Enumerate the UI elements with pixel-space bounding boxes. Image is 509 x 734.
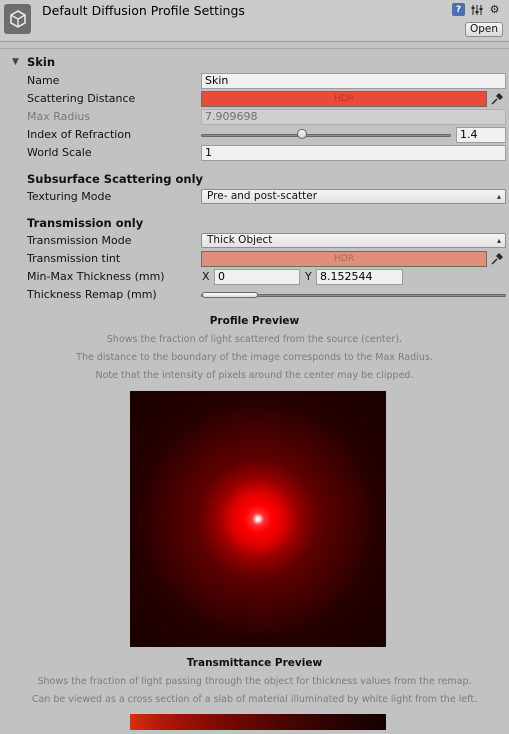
minmax-thickness-row: Min-Max Thickness (mm) X 0 Y 8.152544 (27, 269, 506, 285)
transmittance-preview-line2: Can be viewed as a cross section of a sl… (31, 694, 478, 705)
transmission-tint-label: Transmission tint (27, 252, 121, 265)
foldout-arrow-icon: ▼ (12, 56, 19, 67)
transmission-tint-row: Transmission tint HDR (27, 251, 506, 267)
scattering-distance-label: Scattering Distance (27, 92, 136, 105)
transmission-mode-dropdown[interactable]: Thick Object ▴ (201, 233, 506, 248)
texturing-mode-label: Texturing Mode (27, 190, 112, 203)
section-foldout-skin[interactable]: ▼ Skin (12, 55, 55, 69)
max-thickness-input[interactable]: 8.152544 (316, 269, 403, 285)
sss-heading: Subsurface Scattering only (27, 172, 204, 186)
profile-preview-title: Profile Preview (209, 315, 300, 327)
gear-icon[interactable]: ⚙ (488, 3, 501, 16)
min-thickness-input[interactable]: 0 (214, 269, 300, 285)
profile-preview-image (130, 391, 386, 647)
transmission-mode-label: Transmission Mode (27, 234, 132, 247)
help-book-icon[interactable]: ? (452, 3, 465, 16)
transmission-mode-row: Transmission Mode Thick Object ▴ (27, 233, 506, 249)
max-radius-label: Max Radius (27, 110, 91, 123)
x-label: X (202, 270, 210, 283)
thickness-remap-row: Thickness Remap (mm) (27, 287, 506, 303)
inspector-header: Default Diffusion Profile Settings ? ⚙ O… (0, 0, 509, 42)
profile-preview-line1: Shows the fraction of light scattered fr… (106, 334, 403, 345)
name-row: Name Skin (27, 73, 506, 89)
world-scale-input[interactable]: 1 (201, 145, 506, 161)
page-title: Default Diffusion Profile Settings (42, 3, 245, 18)
max-radius-field: 7.909698 (201, 109, 506, 125)
texturing-mode-value: Pre- and post-scatter (207, 190, 318, 202)
name-label: Name (27, 74, 60, 87)
transmittance-preview-title: Transmittance Preview (186, 657, 323, 669)
dropdown-arrow-icon: ▴ (496, 192, 501, 201)
y-label: Y (305, 270, 312, 283)
name-input[interactable]: Skin (201, 73, 506, 89)
unity-logo-icon (4, 4, 31, 34)
ior-input[interactable]: 1.4 (456, 127, 506, 143)
remap-range-bar[interactable] (202, 292, 258, 298)
preset-sliders-icon[interactable] (470, 3, 483, 16)
transmittance-preview-line1: Shows the fraction of light passing thro… (37, 676, 472, 687)
scattering-distance-color-field[interactable]: HDR (201, 91, 487, 107)
texturing-mode-dropdown[interactable]: Pre- and post-scatter ▴ (201, 189, 506, 204)
open-button[interactable]: Open (465, 22, 503, 37)
minmax-thickness-label: Min-Max Thickness (mm) (27, 270, 165, 283)
profile-preview-line2: The distance to the boundary of the imag… (76, 352, 433, 363)
dropdown-arrow-icon: ▴ (496, 236, 501, 245)
texturing-mode-row: Texturing Mode Pre- and post-scatter ▴ (27, 189, 506, 205)
divider (0, 48, 509, 49)
thickness-remap-label: Thickness Remap (mm) (27, 288, 157, 301)
eyedropper-icon[interactable] (489, 251, 505, 267)
scattering-distance-row: Scattering Distance HDR (27, 91, 506, 107)
transmission-mode-value: Thick Object (207, 234, 273, 246)
world-scale-label: World Scale (27, 146, 92, 159)
max-radius-row: Max Radius 7.909698 (27, 109, 506, 125)
ior-row: Index of Refraction 1.4 (27, 127, 506, 143)
world-scale-row: World Scale 1 (27, 145, 506, 161)
profile-preview-line3: Note that the intensity of pixels around… (95, 370, 414, 381)
eyedropper-icon[interactable] (489, 91, 505, 107)
ior-label: Index of Refraction (27, 128, 132, 141)
ior-slider-thumb[interactable] (297, 129, 307, 139)
transmittance-preview-image (130, 714, 386, 730)
section-title: Skin (27, 55, 56, 69)
transmission-heading: Transmission only (27, 216, 144, 230)
transmission-tint-color-field[interactable]: HDR (201, 251, 487, 267)
ior-slider-track[interactable] (201, 134, 451, 137)
